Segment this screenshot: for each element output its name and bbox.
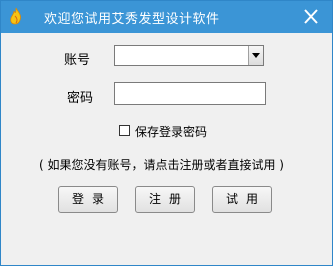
remember-password-checkbox[interactable] (119, 125, 130, 136)
remember-password-label[interactable]: 保存登录密码 (135, 123, 207, 140)
account-dropdown-button[interactable] (248, 46, 263, 65)
close-icon (304, 9, 318, 24)
title-bar[interactable]: 欢迎您试用艾秀发型设计软件 (1, 1, 332, 33)
login-button[interactable]: 登录 (58, 186, 118, 213)
register-hint: ( 如果您没有账号，请点击注册或者直接试用 ) (39, 158, 284, 172)
trial-button[interactable]: 试用 (212, 186, 272, 213)
chevron-down-icon (252, 53, 260, 58)
account-label: 账号 (64, 53, 91, 68)
close-button[interactable] (300, 7, 322, 27)
login-window: 欢迎您试用艾秀发型设计软件 账号 密码 保存登录密码 ( 如果您没有账号，请点击… (0, 0, 333, 266)
password-field[interactable] (114, 82, 266, 105)
account-combobox[interactable] (114, 45, 264, 66)
window-title: 欢迎您试用艾秀发型设计软件 (44, 12, 220, 27)
register-button[interactable]: 注册 (135, 186, 195, 213)
password-label: 密码 (67, 91, 94, 106)
flame-app-icon (9, 7, 23, 25)
